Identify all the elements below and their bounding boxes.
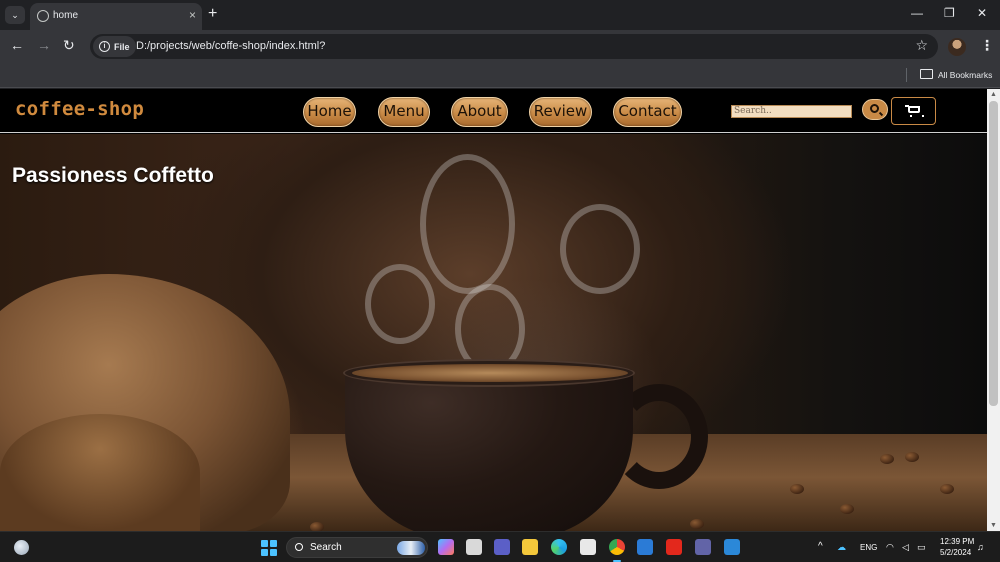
hero-bean (840, 504, 854, 514)
nav-about[interactable]: About (451, 97, 508, 127)
hero-banner: Passioness Coffetto (0, 134, 987, 531)
nav-contact[interactable]: Contact (613, 97, 682, 127)
browser-toolbar: ← → ↻ i File D:/projects/web/coffe-shop/… (0, 30, 1000, 62)
acrobat-icon[interactable] (666, 539, 682, 555)
hero-bean (690, 519, 704, 529)
site-info-chip[interactable]: i File (93, 36, 136, 57)
forward-icon[interactable]: → (37, 37, 51, 53)
folder-icon[interactable] (920, 69, 933, 79)
taskbar-search[interactable]: Search (286, 537, 428, 558)
site-header: coffee-shop Home Menu About Review Conta… (0, 89, 987, 133)
hero-steam (420, 154, 515, 294)
nav-menu[interactable]: Menu (378, 97, 430, 127)
hero-bean (940, 484, 954, 494)
edge-icon[interactable] (551, 539, 567, 555)
all-bookmarks-link[interactable]: All Bookmarks (938, 70, 992, 80)
teams-icon[interactable] (494, 539, 510, 555)
hero-bean (905, 452, 919, 462)
vscode-icon[interactable] (637, 539, 653, 555)
notification-bell-icon[interactable]: ♫ (977, 542, 984, 552)
nav-review[interactable]: Review (529, 97, 592, 127)
hero-title: Passioness Coffetto (12, 164, 214, 187)
globe-icon (37, 10, 49, 22)
language-indicator[interactable]: ENG (860, 543, 877, 552)
nav-home[interactable]: Home (303, 97, 356, 127)
search-input[interactable]: Search.. (731, 105, 852, 118)
close-tab-icon[interactable]: × (189, 8, 196, 22)
task-view-icon[interactable] (466, 539, 482, 555)
hero-cup (345, 369, 633, 531)
search-icon (870, 104, 879, 113)
address-bar[interactable]: i File D:/projects/web/coffe-shop/index.… (90, 34, 938, 59)
url-text[interactable]: D:/projects/web/coffe-shop/index.html? (136, 40, 325, 52)
scroll-up-icon[interactable]: ▲ (990, 91, 997, 98)
reload-icon[interactable]: ↻ (63, 37, 75, 54)
store-icon[interactable] (580, 539, 596, 555)
search-button[interactable] (862, 99, 888, 120)
new-tab-button[interactable]: + (208, 5, 217, 23)
hero-bean (880, 454, 894, 464)
window-close-button[interactable]: ✕ (977, 6, 987, 20)
taskbar-search-label: Search (310, 542, 342, 553)
tab-home[interactable]: home × (30, 3, 202, 30)
start-icon[interactable] (261, 540, 277, 556)
info-icon: i (99, 41, 110, 52)
chrome-icon[interactable] (609, 539, 625, 555)
copilot-icon[interactable] (438, 539, 454, 555)
tab-search-button[interactable]: ⌄ (5, 6, 25, 24)
profile-avatar[interactable] (948, 38, 966, 56)
hero-coffee (352, 364, 628, 382)
bookmarks-bar: All Bookmarks (0, 62, 1000, 88)
hero-steam (560, 204, 640, 294)
back-icon[interactable]: ← (10, 37, 24, 53)
todo-icon[interactable] (724, 539, 740, 555)
minimize-button[interactable]: — (911, 6, 923, 20)
clock-time[interactable]: 12:39 PM (940, 537, 974, 546)
clock-date[interactable]: 5/2/2024 (940, 548, 971, 557)
search-highlight-icon (397, 541, 425, 555)
teams-work-icon[interactable] (695, 539, 711, 555)
restore-button[interactable]: ❐ (944, 6, 955, 20)
hero-steam (365, 264, 435, 344)
tab-title: home (53, 10, 79, 21)
divider (906, 68, 907, 82)
volume-icon[interactable]: ◁ (902, 542, 909, 553)
cart-icon (905, 105, 924, 117)
hero-bean (790, 484, 804, 494)
scrollbar[interactable]: ▲ ▼ (987, 89, 1000, 531)
scroll-down-icon[interactable]: ▼ (990, 522, 997, 529)
battery-icon[interactable]: ▭ (917, 542, 926, 553)
tab-strip: ⌄ home × + — ❐ ✕ (0, 0, 1000, 30)
hero-sack-fold (0, 414, 200, 531)
site-logo[interactable]: coffee-shop (15, 98, 144, 120)
search-icon (295, 543, 303, 551)
hero-bean (310, 522, 324, 531)
cart-button[interactable] (891, 97, 936, 125)
star-icon[interactable]: ☆ (915, 37, 928, 54)
site-info-label: File (114, 41, 130, 52)
tray-chevron-icon[interactable]: ^ (818, 541, 823, 552)
wifi-icon[interactable]: ◠ (886, 542, 894, 553)
weather-icon[interactable] (14, 540, 29, 555)
kebab-menu-icon[interactable]: ⋮ (980, 37, 994, 54)
page-viewport: coffee-shop Home Menu About Review Conta… (0, 89, 987, 531)
onedrive-icon[interactable]: ☁ (837, 542, 846, 553)
file-explorer-icon[interactable] (522, 539, 538, 555)
taskbar: Search ^ ☁ ENG ◠ ◁ ▭ 12:39 PM 5/2/2024 ♫ (0, 531, 1000, 562)
scroll-thumb[interactable] (989, 101, 998, 406)
